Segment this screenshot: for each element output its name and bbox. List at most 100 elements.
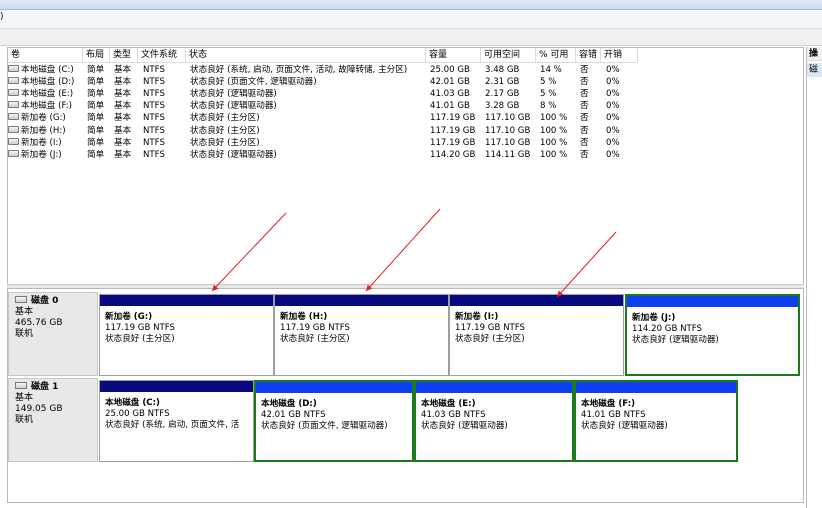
disk-name-text: 磁盘 0 — [31, 296, 59, 306]
disk-info[interactable]: 磁盘 0 基本 465.76 GB 联机 — [8, 292, 98, 376]
column-header-name[interactable]: 卷 — [8, 48, 83, 62]
window-title-bar — [0, 0, 822, 10]
disk-info[interactable]: 磁盘 1 基本 149.05 GB 联机 — [8, 378, 98, 462]
volume-capacity: 117.19 GB — [430, 113, 476, 124]
partition-block[interactable]: 新加卷 (J:) 114.20 GB NTFS 状态良好 (逻辑驱动器) — [625, 294, 800, 376]
volume-row[interactable]: 本地磁盘 (F:) 简单 基本 NTFS 状态良好 (逻辑驱动器) 41.01 GB 3.2… — [8, 100, 803, 112]
partition-block[interactable]: 新加卷 (I:) 117.19 GB NTFS 状态良好 (主分区) — [449, 294, 624, 376]
toolbar — [0, 29, 822, 46]
volume-pct: 100 % — [540, 113, 568, 124]
partition-block[interactable]: 本地磁盘 (E:) 41.03 GB NTFS 状态良好 (逻辑驱动器) — [414, 380, 574, 462]
volume-fs: NTFS — [143, 77, 165, 88]
volume-name: 新加卷 (H:) — [8, 125, 86, 137]
column-header-fs[interactable]: 文件系统 — [138, 48, 186, 62]
volume-layout: 简单 — [87, 113, 105, 124]
column-header-status[interactable]: 状态 — [186, 48, 426, 62]
partition-block[interactable]: 本地磁盘 (D:) 42.01 GB NTFS 状态良好 (页面文件, 逻辑驱动器) — [254, 380, 414, 462]
partition-title: 本地磁盘 (F:) — [581, 399, 636, 409]
partition-status: 状态良好 (逻辑驱动器) — [632, 335, 719, 345]
disk-state: 联机 — [15, 329, 34, 339]
volume-fs: NTFS — [143, 89, 165, 100]
volume-free: 117.10 GB — [485, 125, 531, 136]
volume-name: 本地磁盘 (D:) — [8, 76, 86, 88]
volume-overhead: 0% — [606, 125, 620, 136]
volume-name-text: 本地磁盘 (C:) — [21, 65, 74, 75]
disk-size: 149.05 GB — [15, 404, 63, 414]
volume-layout: 简单 — [87, 149, 105, 160]
volume-type: 基本 — [114, 65, 132, 75]
partition-title: 本地磁盘 (C:) — [105, 398, 160, 408]
column-header-layout[interactable]: 布局 — [83, 48, 110, 62]
partition-title: 新加卷 (I:) — [455, 312, 499, 322]
column-header-capacity[interactable]: 容量 — [426, 48, 481, 62]
partition-block[interactable]: 本地磁盘 (F:) 41.01 GB NTFS 状态良好 (逻辑驱动器) — [574, 380, 738, 462]
disk-icon — [15, 296, 27, 303]
actions-item-disk[interactable]: 磁 — [807, 63, 822, 77]
menu-item-partial[interactable]: ) — [0, 12, 4, 22]
volume-row[interactable]: 本地磁盘 (D:) 简单 基本 NTFS 状态良好 (页面文件, 逻辑驱动器) 42.01… — [8, 76, 803, 88]
volume-overhead: 0% — [606, 77, 620, 88]
volume-layout: 简单 — [87, 137, 105, 148]
volume-name-text: 新加卷 (J:) — [21, 149, 62, 160]
volume-free: 117.10 GB — [485, 113, 531, 124]
partition-details: 本地磁盘 (C:) 25.00 GB NTFS 状态良好 (系统, 启动, 页面文件… — [100, 393, 253, 461]
disk-name: 磁盘 1 — [15, 382, 91, 393]
volume-row[interactable]: 新加卷 (I:) 简单 基本 NTFS 状态良好 (主分区) 117.19 GB 117.1… — [8, 137, 803, 149]
volume-pct: 100 % — [540, 137, 568, 148]
volume-capacity: 114.20 GB — [430, 149, 476, 160]
partition-size: 41.03 GB NTFS — [421, 410, 486, 420]
partition-title: 新加卷 (J:) — [632, 313, 676, 323]
volume-fault: 否 — [580, 77, 589, 88]
volume-type: 基本 — [114, 101, 132, 112]
volume-overhead: 0% — [606, 137, 620, 148]
partition-details: 本地磁盘 (F:) 41.01 GB NTFS 状态良好 (逻辑驱动器) — [576, 394, 736, 460]
partition-details: 新加卷 (H:) 117.19 GB NTFS 状态良好 (主分区) — [275, 307, 448, 375]
column-header-type[interactable]: 类型 — [110, 48, 138, 62]
partition-type-bar — [627, 296, 798, 307]
disk-kind: 基本 — [15, 393, 34, 403]
volume-row[interactable]: 新加卷 (G:) 简单 基本 NTFS 状态良好 (主分区) 117.19 GB 117.1… — [8, 112, 803, 124]
partition-size: 25.00 GB NTFS — [105, 409, 170, 419]
partition-block[interactable]: 本地磁盘 (C:) 25.00 GB NTFS 状态良好 (系统, 启动, 页面文件… — [99, 380, 254, 462]
actions-panel: 操作 磁 — [806, 47, 822, 508]
drive-icon — [8, 137, 19, 145]
volume-pct: 5 % — [540, 77, 557, 88]
partition-size: 114.20 GB NTFS — [632, 324, 703, 334]
partition-details: 新加卷 (J:) 114.20 GB NTFS 状态良好 (逻辑驱动器) — [627, 308, 798, 374]
partition-status: 状态良好 (逻辑驱动器) — [421, 421, 508, 431]
volume-row[interactable]: 本地磁盘 (E:) 简单 基本 NTFS 状态良好 (逻辑驱动器) 41.03 GB 2.1… — [8, 88, 803, 100]
partition-status: 状态良好 (系统, 启动, 页面文件, 活 — [105, 420, 240, 430]
drive-icon — [8, 89, 19, 97]
volume-row[interactable]: 新加卷 (J:) 简单 基本 NTFS 状态良好 (逻辑驱动器) 114.20 GB 114… — [8, 149, 803, 161]
volume-name: 新加卷 (G:) — [8, 112, 86, 124]
volume-fs: NTFS — [143, 65, 165, 75]
volume-fault: 否 — [580, 125, 589, 136]
column-header-pct[interactable]: % 可用 — [536, 48, 576, 62]
volume-capacity: 117.19 GB — [430, 137, 476, 148]
drive-icon — [8, 77, 19, 85]
volume-name: 本地磁盘 (F:) — [8, 100, 86, 112]
partition-type-bar — [256, 382, 412, 393]
volume-row[interactable]: 本地磁盘 (C:) 简单 基本 NTFS 状态良好 (系统, 启动, 页面文件, 活动,… — [8, 64, 803, 76]
volume-type: 基本 — [114, 125, 132, 136]
volume-fault: 否 — [580, 65, 589, 75]
volume-fault: 否 — [580, 89, 589, 100]
volume-capacity: 25.00 GB — [430, 65, 470, 75]
partition-status: 状态良好 (主分区) — [105, 334, 175, 344]
column-header-overhead[interactable]: 开销 — [601, 48, 638, 62]
partition-type-bar — [450, 295, 623, 306]
volume-layout: 简单 — [87, 101, 105, 112]
volume-name-text: 本地磁盘 (D:) — [21, 77, 75, 88]
volume-row[interactable]: 新加卷 (H:) 简单 基本 NTFS 状态良好 (主分区) 117.19 GB 117.1… — [8, 125, 803, 137]
column-header-fault[interactable]: 容错 — [576, 48, 601, 62]
drive-icon — [8, 101, 19, 109]
partition-block[interactable]: 新加卷 (G:) 117.19 GB NTFS 状态良好 (主分区) — [99, 294, 274, 376]
drive-icon — [8, 65, 19, 72]
partition-block[interactable]: 新加卷 (H:) 117.19 GB NTFS 状态良好 (主分区) — [274, 294, 449, 376]
partition-size: 41.01 GB NTFS — [581, 410, 646, 420]
volume-status: 状态良好 (系统, 启动, 页面文件, 活动, 故障转储, 主分区) — [190, 65, 408, 75]
volume-free: 2.17 GB — [485, 89, 520, 100]
disk-map-panel: 磁盘 0 基本 465.76 GB 联机 新加卷 (G:) 117.19 GB NTFS 状… — [7, 288, 804, 503]
volume-name: 本地磁盘 (E:) — [8, 88, 86, 100]
column-header-free[interactable]: 可用空间 — [481, 48, 536, 62]
